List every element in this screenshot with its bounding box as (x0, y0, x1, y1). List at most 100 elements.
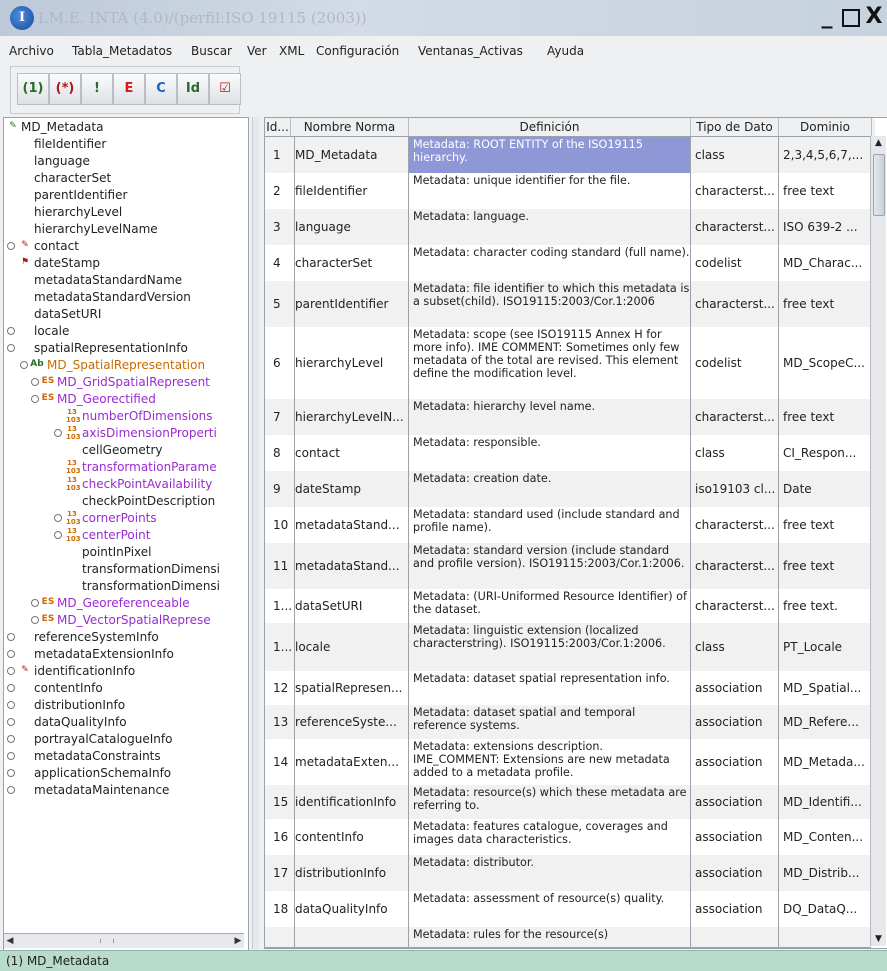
cell-name[interactable]: contact (291, 435, 409, 471)
cell-domain[interactable]: CI_Respon... (779, 435, 871, 471)
cell-definition[interactable]: Metadata: file identifier to which this … (409, 281, 691, 327)
table-row[interactable]: 13 referenceSyste... Metadata: dataset spa… (265, 705, 871, 740)
tree-item[interactable]: 13 103 centerPoint (54, 527, 248, 543)
expand-handle-icon[interactable] (7, 735, 15, 743)
tree-item[interactable]: ES MD_VectorSpatialReprese (31, 612, 248, 628)
table-row[interactable]: 18 dataQualityInfo Metadata: assessment of… (265, 891, 871, 928)
table-row[interactable]: 8 contact Metadata: responsible. class CI_Re… (265, 435, 871, 472)
tree-item[interactable]: metadataMaintenance (7, 782, 237, 798)
scroll-right-icon[interactable]: ▶ (232, 934, 244, 948)
cell-type[interactable]: association (691, 891, 779, 927)
cell-type[interactable]: iso19103 cl... (691, 471, 779, 507)
cell-domain[interactable]: free text. (779, 589, 871, 623)
cell-type[interactable]: association (691, 785, 779, 819)
table-row[interactable]: 1... locale Metadata: linguistic extension… (265, 623, 871, 672)
scroll-down-icon[interactable]: ▼ (871, 932, 886, 946)
cell-definition[interactable]: Metadata: resource(s) which these metada… (409, 785, 691, 819)
maximize-button[interactable] (840, 6, 862, 30)
scroll-thumb[interactable] (100, 939, 114, 943)
cell-type[interactable]: association (691, 855, 779, 891)
cell-type[interactable]: codelist (691, 327, 779, 399)
cell-domain[interactable]: PT_Locale (779, 623, 871, 671)
tree-item[interactable]: applicationSchemaInfo (7, 765, 237, 781)
cell-definition[interactable]: Metadata: dataset spatial representation… (409, 671, 691, 705)
table-row[interactable]: 5 parentIdentifier Metadata: file identifi… (265, 281, 871, 328)
cell-name[interactable]: spatialRepresen... (291, 671, 409, 705)
cell-type[interactable]: characterst... (691, 507, 779, 543)
tree-item[interactable]: 13 103 checkPointAvailability (66, 476, 248, 492)
tree-item[interactable]: ⚑ dateStamp (19, 255, 219, 271)
cell-name[interactable]: metadataStand... (291, 543, 409, 589)
column-header-id[interactable]: Id... (265, 118, 291, 136)
cell-domain[interactable]: free text (779, 281, 871, 327)
cell-type[interactable]: class (691, 137, 779, 173)
table-row[interactable]: 15 identificationInfo Metadata: resource(s… (265, 785, 871, 820)
cell-type[interactable]: characterst... (691, 399, 779, 435)
crosshair-c-icon[interactable]: C (145, 73, 177, 105)
scroll-thumb[interactable] (873, 154, 885, 216)
table-vertical-scrollbar[interactable]: ▲ ▼ (870, 136, 886, 946)
cell-definition[interactable]: Metadata: rules for the resource(s) (409, 927, 691, 947)
cell-domain[interactable]: free text (779, 543, 871, 589)
tree-item[interactable]: metadataExtensionInfo (7, 646, 237, 662)
cell-name[interactable]: fileIdentifier (291, 173, 409, 209)
tree-horizontal-scrollbar[interactable]: ◀ ▶ (4, 933, 244, 948)
expand-handle-icon[interactable] (7, 242, 15, 250)
cell-domain[interactable]: Date (779, 471, 871, 507)
minimize-button[interactable]: _ (816, 6, 838, 30)
cell-definition[interactable]: Metadata: extensions description. IME_CO… (409, 739, 691, 785)
cell-type[interactable]: association (691, 739, 779, 785)
cell-domain[interactable] (779, 927, 871, 947)
cell-definition[interactable]: Metadata: standard used (include standar… (409, 507, 691, 543)
menu-xml[interactable]: XML (279, 44, 304, 58)
tree-item[interactable]: referenceSystemInfo (7, 629, 237, 645)
tree-one-icon[interactable]: (1) (17, 73, 49, 105)
tree-checked-icon[interactable]: ☑ (209, 73, 241, 105)
tree-mandatory-icon[interactable]: ! (81, 73, 113, 105)
expand-handle-icon[interactable] (7, 650, 15, 658)
cell-name[interactable] (291, 927, 409, 947)
cell-type[interactable]: characterst... (691, 173, 779, 209)
expand-handle-icon[interactable] (7, 633, 15, 641)
cell-definition[interactable]: Metadata: linguistic extension (localize… (409, 623, 691, 671)
tree-item[interactable]: portrayalCatalogueInfo (7, 731, 237, 747)
cell-type[interactable]: class (691, 435, 779, 471)
cell-definition[interactable]: Metadata: assessment of resource(s) qual… (409, 891, 691, 927)
expand-handle-icon[interactable] (31, 616, 39, 624)
table-row[interactable]: 9 dateStamp Metadata: creation date. iso191… (265, 471, 871, 508)
cell-name[interactable]: locale (291, 623, 409, 671)
menu-ver[interactable]: Ver (247, 44, 267, 58)
cell-domain[interactable]: free text (779, 173, 871, 209)
cell-type[interactable]: codelist (691, 245, 779, 281)
column-header-domain[interactable]: Dominio (779, 118, 872, 136)
table-row[interactable]: 2 fileIdentifier Metadata: unique identifi… (265, 173, 871, 210)
cell-name[interactable]: hierarchyLevel (291, 327, 409, 399)
cell-definition[interactable]: Metadata: dataset spatial and temporal r… (409, 705, 691, 739)
cell-domain[interactable]: MD_Conten... (779, 819, 871, 855)
cell-definition[interactable]: Metadata: character coding standard (ful… (409, 245, 691, 281)
cell-definition[interactable]: Metadata: distributor. (409, 855, 691, 891)
column-header-definition[interactable]: Definición (409, 118, 691, 136)
scroll-up-icon[interactable]: ▲ (871, 136, 886, 150)
expand-handle-icon[interactable] (7, 769, 15, 777)
expand-handle-icon[interactable] (7, 786, 15, 794)
close-button[interactable]: X (862, 6, 886, 30)
cell-name[interactable]: dataQualityInfo (291, 891, 409, 927)
cell-type[interactable]: class (691, 623, 779, 671)
cell-domain[interactable]: DQ_DataQ... (779, 891, 871, 927)
cell-definition[interactable]: Metadata: (URI-Uniformed Resource Identi… (409, 589, 691, 623)
table-row[interactable]: 16 contentInfo Metadata: features catalogu… (265, 819, 871, 856)
metadata-tree[interactable]: ✎ MD_Metadata fileIdentifier language ch… (3, 117, 249, 951)
cell-domain[interactable]: MD_Spatial... (779, 671, 871, 705)
cell-type[interactable] (691, 927, 779, 947)
expand-handle-icon[interactable] (31, 395, 39, 403)
tree-item[interactable]: dataQualityInfo (7, 714, 237, 730)
cell-type[interactable]: characterst... (691, 589, 779, 623)
table-row[interactable]: 7 hierarchyLevelN... Metadata: hierarchy l… (265, 399, 871, 436)
menu-configuracion[interactable]: Configuración (316, 44, 399, 58)
menu-ventanas-activas[interactable]: Ventanas_Activas (418, 44, 523, 58)
tree-item[interactable]: metadataConstraints (7, 748, 237, 764)
cell-definition[interactable]: Metadata: standard version (include stan… (409, 543, 691, 589)
cell-type[interactable]: association (691, 705, 779, 739)
menu-buscar[interactable]: Buscar (191, 44, 232, 58)
